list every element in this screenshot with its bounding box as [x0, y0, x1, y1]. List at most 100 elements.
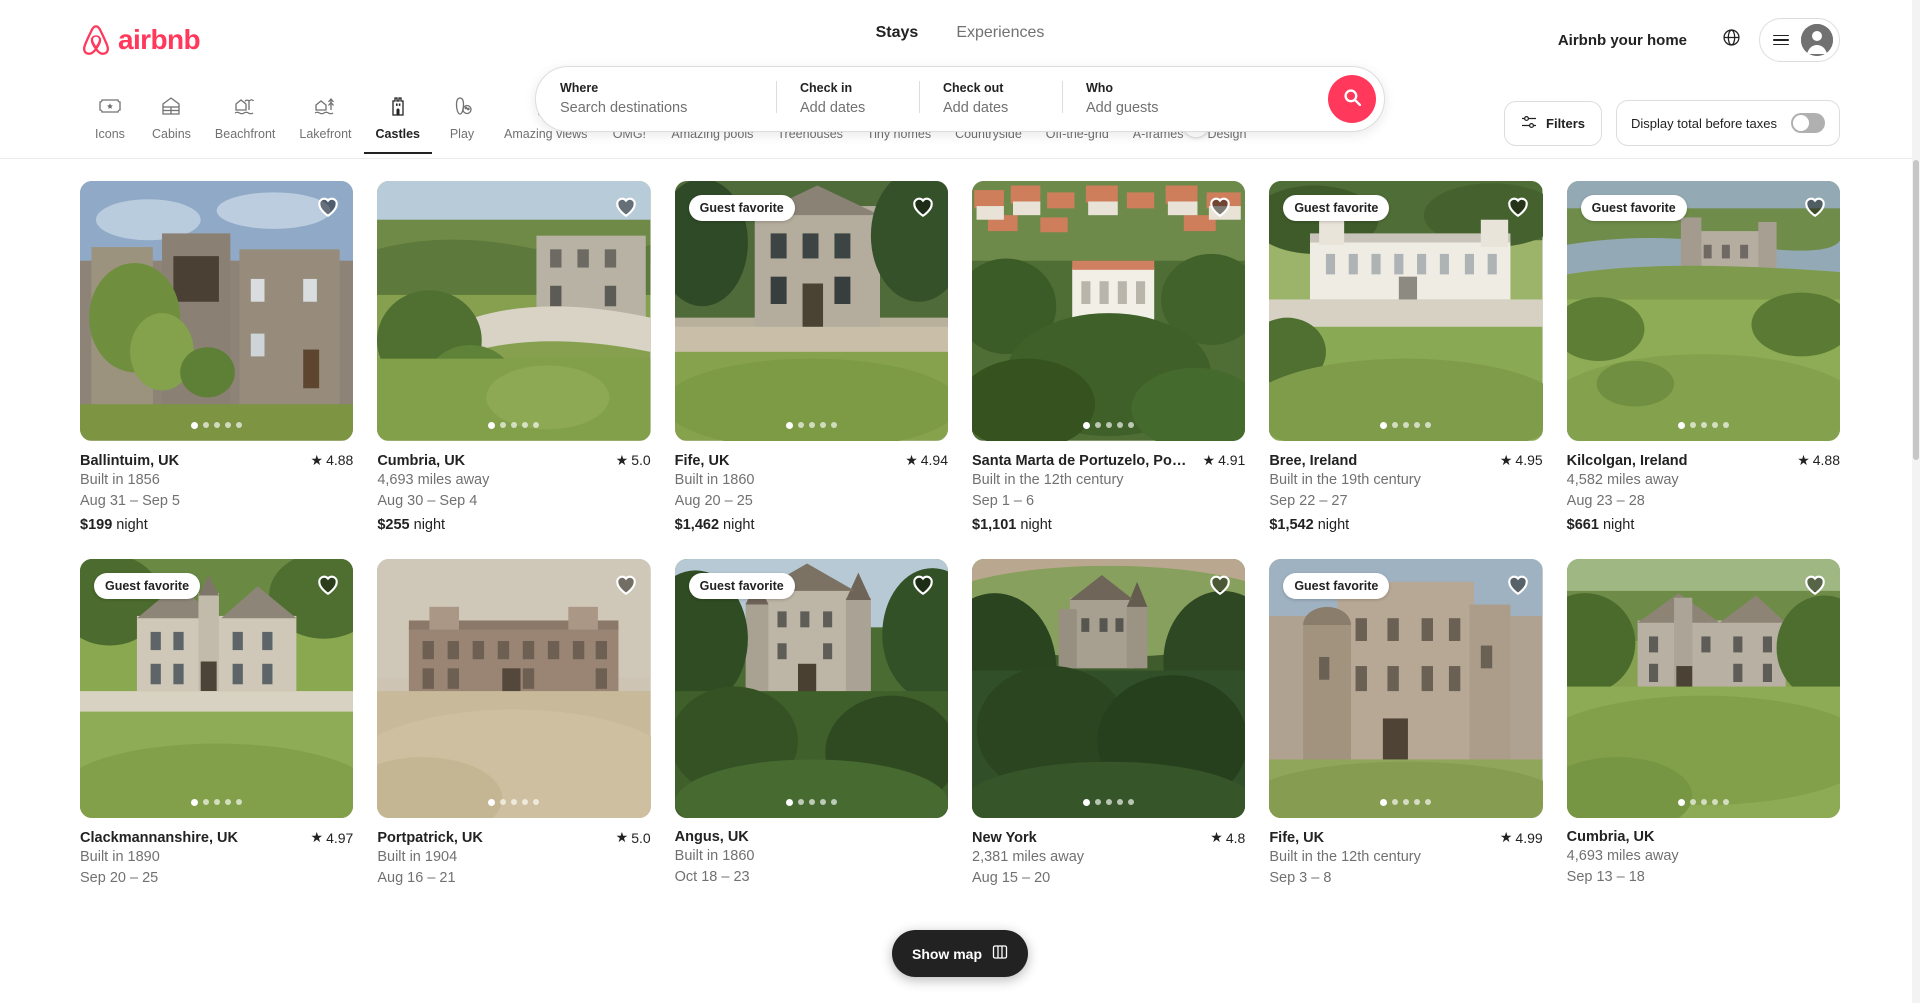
listing-photo[interactable]: Guest favorite — [674, 558, 948, 819]
category-icons[interactable]: Icons — [80, 92, 140, 154]
listing-photo[interactable] — [80, 181, 354, 441]
photo-carousel-dots[interactable] — [1269, 421, 1542, 429]
hilltop-castle-forest-photo — [972, 558, 1246, 819]
favorite-heart-icon[interactable] — [613, 193, 639, 219]
listing-card[interactable]: Guest favorite Clackmannanshire, UK ★ 4.9… — [80, 558, 354, 889]
photo-carousel-dots[interactable] — [675, 799, 948, 807]
listing-rating: ★ 5.0 — [615, 451, 651, 469]
listing-title: Santa Marta de Portuzelo, Po… — [972, 452, 1187, 469]
listing-photo[interactable]: Guest favorite — [1269, 181, 1543, 441]
favorite-heart-icon[interactable] — [910, 193, 936, 219]
header-right-controls: Airbnb your home — [1542, 18, 1840, 62]
listing-info: Ballintuim, UK ★ 4.88 Built in 1856 Aug 3… — [80, 441, 353, 533]
listing-photo[interactable] — [972, 558, 1246, 819]
beach-hut-icon — [233, 94, 257, 118]
listing-photo[interactable] — [377, 181, 651, 441]
listing-info: Cumbria, UK 4,693 miles away Sep 13 – 18 — [1567, 818, 1840, 887]
search-input[interactable]: Search destinations — [560, 99, 776, 118]
listing-card[interactable]: Cumbria, UK ★ 5.0 4,693 miles away Aug 30… — [377, 181, 651, 533]
listing-subtitle: Built in the 19th century — [1269, 471, 1421, 488]
listing-photo[interactable] — [972, 181, 1246, 441]
favorite-heart-icon[interactable] — [1207, 571, 1233, 597]
listing-info: Kilcolgan, Ireland ★ 4.88 4,582 miles awa… — [1567, 441, 1840, 533]
who-value[interactable]: Add guests — [1086, 99, 1328, 118]
category-beachfront[interactable]: Beachfront — [203, 92, 287, 154]
page-scrollbar[interactable] — [1912, 0, 1920, 1003]
listing-card[interactable]: Ballintuim, UK ★ 4.88 Built in 1856 Aug 3… — [80, 181, 354, 533]
toggle-switch[interactable] — [1791, 113, 1825, 133]
listing-card[interactable]: Guest favorite Angus, UK Built in 1860 O… — [674, 558, 948, 889]
search-bar[interactable]: Where Search destinations Check in Add d… — [535, 66, 1385, 132]
airbnb-your-home-link[interactable]: Airbnb your home — [1542, 20, 1703, 61]
favorite-heart-icon[interactable] — [315, 193, 341, 219]
listing-photo[interactable]: Guest favorite — [1269, 558, 1543, 819]
checkin-value[interactable]: Add dates — [800, 99, 919, 118]
listing-info: Clackmannanshire, UK ★ 4.97 Built in 1890… — [80, 818, 353, 888]
listing-info: Cumbria, UK ★ 5.0 4,693 miles away Aug 30… — [377, 441, 650, 533]
photo-carousel-dots[interactable] — [1567, 421, 1840, 429]
listing-photo[interactable]: Guest favorite — [80, 558, 354, 819]
listing-photo[interactable] — [377, 558, 651, 819]
search-checkin-segment[interactable]: Check in Add dates — [776, 67, 919, 131]
photo-carousel-dots[interactable] — [377, 799, 650, 807]
listing-rating: ★ 4.99 — [1499, 829, 1543, 846]
favorite-heart-icon[interactable] — [315, 571, 341, 597]
listing-card[interactable]: Guest favorite Fife, UK ★ 4.99 Built in t… — [1269, 558, 1543, 889]
photo-carousel-dots[interactable] — [377, 421, 650, 429]
listing-dates: Aug 23 – 28 — [1566, 492, 1645, 509]
listing-dates: Oct 18 – 23 — [674, 869, 750, 886]
search-checkout-segment[interactable]: Check out Add dates — [919, 67, 1062, 131]
search-submit-button[interactable] — [1328, 75, 1376, 123]
listing-card[interactable]: Guest favorite Kilcolgan, Ireland ★ 4.88 … — [1566, 181, 1840, 533]
listing-info: Fife, UK ★ 4.99 Built in the 12th century… — [1269, 818, 1542, 888]
listing-card[interactable]: Santa Marta de Portuzelo, Po… ★ 4.91 Buil… — [972, 181, 1246, 533]
filters-button[interactable]: Filters — [1504, 100, 1603, 146]
favorite-heart-icon[interactable] — [1505, 571, 1531, 597]
photo-carousel-dots[interactable] — [972, 421, 1245, 429]
search-where-segment[interactable]: Where Search destinations — [536, 67, 776, 131]
listing-card[interactable]: Cumbria, UK 4,693 miles away Sep 13 – 18 — [1566, 558, 1840, 889]
photo-carousel-dots[interactable] — [80, 799, 353, 807]
photo-carousel-dots[interactable] — [1269, 799, 1542, 807]
airbnb-wordmark: airbnb — [118, 24, 201, 55]
favorite-heart-icon[interactable] — [1802, 193, 1828, 219]
scrollbar-thumb[interactable] — [1913, 160, 1919, 460]
category-play[interactable]: Play — [432, 92, 492, 154]
listing-photo[interactable] — [1566, 558, 1840, 819]
listing-dates: Aug 15 – 20 — [972, 870, 1051, 887]
tab-experiences[interactable]: Experiences — [954, 20, 1046, 46]
photo-carousel-dots[interactable] — [675, 421, 948, 429]
user-account-menu[interactable] — [1759, 18, 1840, 62]
listing-card[interactable]: Portpatrick, UK ★ 5.0 Built in 1904 Aug 1… — [377, 558, 651, 889]
language-globe-button[interactable] — [1711, 20, 1751, 60]
listing-price: $199 night — [80, 516, 148, 533]
category-castles[interactable]: Castles — [363, 92, 432, 154]
favorite-heart-icon[interactable] — [1802, 571, 1828, 597]
who-label: Who — [1086, 81, 1114, 95]
listing-title: Clackmannanshire, UK — [80, 830, 238, 847]
category-cabins[interactable]: Cabins — [140, 92, 203, 154]
display-total-before-taxes-toggle[interactable]: Display total before taxes — [1616, 100, 1840, 146]
search-icon — [1343, 89, 1361, 109]
favorite-heart-icon[interactable] — [613, 571, 639, 597]
listing-card[interactable]: New York ★ 4.8 2,381 miles away Aug 15 – … — [972, 558, 1246, 889]
listing-photo[interactable]: Guest favorite — [674, 181, 948, 441]
favorite-heart-icon[interactable] — [1207, 193, 1233, 219]
airbnb-logo[interactable]: airbnb — [80, 23, 201, 57]
tab-stays[interactable]: Stays — [874, 20, 921, 46]
show-map-button[interactable]: Show map — [891, 930, 1029, 977]
guest-favorite-badge: Guest favorite — [688, 572, 795, 599]
category-lakefront[interactable]: Lakefront — [287, 92, 363, 154]
favorite-heart-icon[interactable] — [910, 571, 936, 597]
listing-card[interactable]: Guest favorite Fife, UK ★ 4.94 Built in 1… — [674, 181, 948, 533]
photo-carousel-dots[interactable] — [1567, 799, 1840, 807]
photo-carousel-dots[interactable] — [80, 421, 353, 429]
photo-carousel-dots[interactable] — [972, 799, 1245, 807]
favorite-heart-icon[interactable] — [1505, 193, 1531, 219]
ticket-star-icon — [98, 94, 122, 118]
listing-subtitle: Built in the 12th century — [1269, 849, 1421, 866]
checkout-value[interactable]: Add dates — [943, 99, 1062, 118]
search-who-segment[interactable]: Who Add guests — [1062, 67, 1328, 131]
listing-card[interactable]: Guest favorite Bree, Ireland ★ 4.95 Built… — [1269, 181, 1543, 533]
listing-photo[interactable]: Guest favorite — [1566, 181, 1840, 441]
